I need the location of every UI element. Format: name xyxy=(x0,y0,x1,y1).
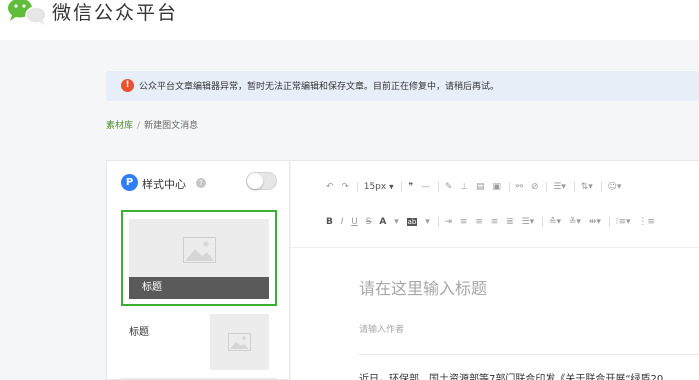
article-body[interactable]: 近日，环保部、国土资源部等7部门联合印发《关于联合开展“绿盾20 xyxy=(359,370,663,380)
insert-table-icon[interactable]: ▤ xyxy=(476,182,485,192)
top-bar: 微信公众平台 xyxy=(0,0,699,40)
indent-icon[interactable]: ⇥ xyxy=(444,217,452,227)
toolbar-row-2: B I U S A ▾ ab ▾ ⇥ ≡ ≡ ≡ ≣ ☰▾ ≙▾ ≚▾ ⇹▾ ⁝… xyxy=(326,217,660,231)
unlink-icon[interactable]: ⊘ xyxy=(531,182,539,192)
toolbar-divider xyxy=(437,217,439,227)
toolbar-divider xyxy=(437,182,439,193)
toolbar-divider xyxy=(608,217,610,227)
format-painter-icon[interactable]: ✎ xyxy=(445,182,453,192)
underline-button[interactable]: U xyxy=(351,217,358,227)
editor-panel: ↶ ↷ 15px ▾ ❞ — ✎ ⊥ ▤ ▣ ⚯ ⊘ ☰▾ ⇅▾ ☺▾ B I … xyxy=(291,160,699,380)
image-placeholder-icon xyxy=(228,333,251,351)
align-right-icon[interactable]: ≡ xyxy=(491,217,499,227)
image-placeholder-icon xyxy=(183,237,216,263)
font-size-value: 15px xyxy=(363,182,387,192)
link-icon[interactable]: ⚯ xyxy=(516,182,524,192)
breadcrumb-separator: / xyxy=(137,121,141,131)
article-title-overlay: 标题 xyxy=(129,277,269,299)
font-size-select[interactable]: 15px ▾ xyxy=(364,182,394,193)
line-height-icon[interactable]: ⇅▾ xyxy=(581,182,593,192)
background-color-icon[interactable]: ab xyxy=(406,218,418,226)
help-icon[interactable]: ? xyxy=(196,178,206,188)
alert-icon: ! xyxy=(121,79,134,92)
article-card-selected[interactable]: 标题 xyxy=(121,210,277,306)
align-justify-icon[interactable]: ≣ xyxy=(506,217,514,227)
spacing-top-icon[interactable]: ≙▾ xyxy=(549,217,561,227)
style-center-badge-icon: P xyxy=(121,174,138,191)
toolbar-row-1: ↶ ↷ 15px ▾ ❞ — ✎ ⊥ ▤ ▣ ⚯ ⊘ ☰▾ ⇅▾ ☺▾ xyxy=(326,182,626,196)
style-center-toggle[interactable] xyxy=(246,172,277,190)
platform-title: 微信公众平台 xyxy=(52,2,179,24)
breadcrumb: 素材库 / 新建图文消息 xyxy=(106,118,198,131)
toolbar-divider xyxy=(573,182,575,193)
toolbar-divider xyxy=(600,182,602,193)
strikethrough-button[interactable]: S xyxy=(366,217,372,227)
font-color-button[interactable]: A xyxy=(379,217,386,227)
author-divider xyxy=(359,354,699,355)
article-title-input[interactable]: 请在这里输入标题 xyxy=(359,275,487,299)
background-color-dropdown-icon[interactable]: ▾ xyxy=(425,217,430,227)
paragraph-spacing-icon[interactable]: ☰▾ xyxy=(553,182,566,192)
emoji-icon[interactable]: ☺▾ xyxy=(608,182,622,192)
font-color-dropdown-icon[interactable]: ▾ xyxy=(394,217,399,227)
divider xyxy=(121,378,277,379)
article-item-thumbnail[interactable] xyxy=(210,314,269,370)
toolbar-divider xyxy=(356,182,358,193)
bold-button[interactable]: B xyxy=(326,217,333,227)
cover-image-placeholder: 标题 xyxy=(129,219,269,299)
author-input[interactable]: 请输入作者 xyxy=(359,322,404,335)
spacing-bottom-icon[interactable]: ≚▾ xyxy=(569,217,581,227)
align-left-icon[interactable]: ≡ xyxy=(460,217,468,227)
breadcrumb-current: 新建图文消息 xyxy=(144,121,199,131)
clear-format-icon[interactable]: ⊥ xyxy=(460,182,468,192)
breadcrumb-material-library[interactable]: 素材库 xyxy=(106,121,133,131)
alignment-dropdown-icon[interactable]: ☰▾ xyxy=(522,217,535,227)
toolbar-divider xyxy=(542,217,544,227)
alert-message: 公众平台文章编辑器异常，暂时无法正常编辑和保存文章。目前正在修复中，请稍后再试。 xyxy=(139,82,500,92)
redo-icon[interactable]: ↷ xyxy=(341,182,349,192)
error-alert: ! 公众平台文章编辑器异常，暂时无法正常编辑和保存文章。目前正在修复中，请稍后再… xyxy=(106,71,699,101)
toggle-knob xyxy=(247,173,263,189)
toolbar-divider xyxy=(401,182,403,193)
wechat-logo-icon xyxy=(8,0,47,25)
blockquote-icon[interactable]: ❞ xyxy=(408,182,413,192)
ordered-list-icon[interactable]: ⋮≡ xyxy=(638,217,655,227)
toolbar-divider xyxy=(546,182,548,193)
italic-button[interactable]: I xyxy=(341,217,344,227)
horizontal-rule-icon[interactable]: — xyxy=(421,182,430,192)
style-center-label: 样式中心 xyxy=(142,178,186,191)
align-center-icon[interactable]: ≡ xyxy=(475,217,483,227)
letter-spacing-icon[interactable]: ⇹▾ xyxy=(589,217,601,227)
undo-icon[interactable]: ↶ xyxy=(326,182,334,192)
article-list-panel: P 样式中心 ? 标题 标题 xyxy=(106,160,290,380)
article-item-title[interactable]: 标题 xyxy=(129,323,149,338)
toolbar-divider-line xyxy=(291,247,699,248)
toolbar-divider xyxy=(508,182,510,193)
insert-template-icon[interactable]: ▣ xyxy=(492,182,501,192)
unordered-list-icon[interactable]: ⁝≡▾ xyxy=(616,217,631,227)
